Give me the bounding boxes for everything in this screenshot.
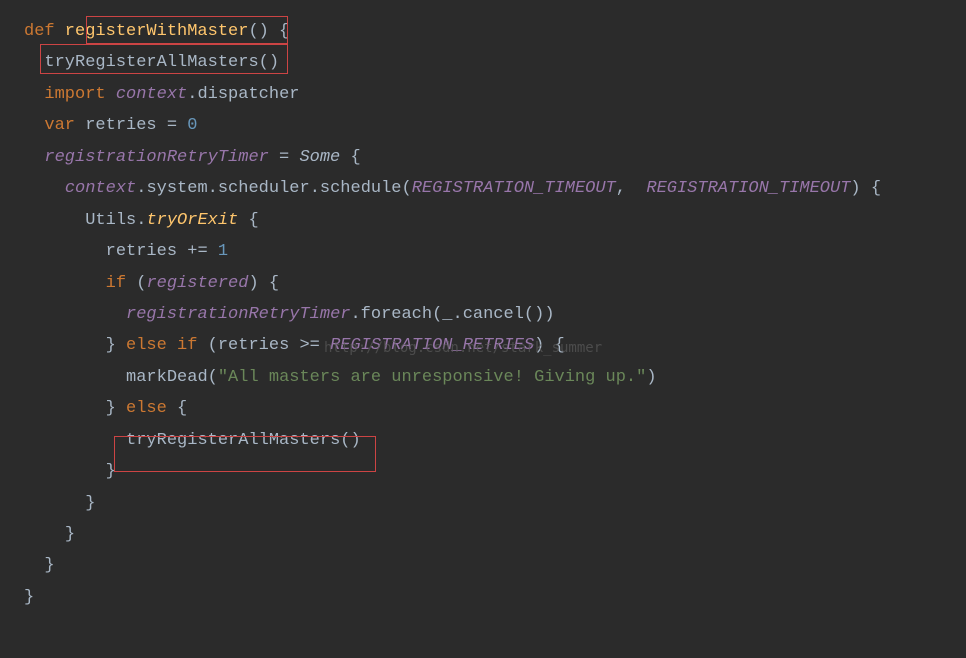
registered-var: registered bbox=[146, 274, 248, 293]
keyword-if: if bbox=[106, 274, 126, 293]
code-line: } else if (retries >= REGISTRATION_RETRI… bbox=[24, 330, 966, 361]
code-line: tryRegisterAllMasters() bbox=[24, 425, 966, 456]
markdead-call: markDead bbox=[126, 368, 208, 387]
code-line: import context.dispatcher bbox=[24, 79, 966, 110]
brace: { bbox=[340, 148, 360, 167]
tryorexit-call: tryOrExit bbox=[146, 211, 238, 230]
equals: = bbox=[167, 116, 177, 135]
schedule-call: schedule bbox=[320, 179, 402, 198]
code-line: tryRegisterAllMasters() bbox=[24, 47, 966, 78]
code-line: registrationRetryTimer = Some { bbox=[24, 142, 966, 173]
close-brace: } bbox=[44, 556, 54, 575]
code-line: if (registered) { bbox=[24, 268, 966, 299]
keyword-def: def bbox=[24, 22, 55, 41]
equals: = bbox=[269, 148, 300, 167]
string-literal: "All masters are unresponsive! Giving up… bbox=[218, 368, 646, 387]
retries-var: retries bbox=[218, 336, 300, 355]
code-line: var retries = 0 bbox=[24, 110, 966, 141]
code-line: Utils.tryOrExit { bbox=[24, 205, 966, 236]
dot: . bbox=[187, 85, 197, 104]
gte: >= bbox=[299, 336, 319, 355]
parentheses: () bbox=[259, 53, 279, 72]
code-line: } bbox=[24, 488, 966, 519]
code-line: } bbox=[24, 550, 966, 581]
function-call: tryRegisterAllMasters bbox=[126, 431, 340, 450]
code-line: context.system.scheduler.schedule(REGIST… bbox=[24, 173, 966, 204]
number-zero: 0 bbox=[177, 116, 197, 135]
function-name: registerWithMaster bbox=[55, 22, 249, 41]
context-ref: context bbox=[65, 179, 136, 198]
code-line: } bbox=[24, 456, 966, 487]
close-brace: } bbox=[24, 588, 34, 607]
keyword-var: var bbox=[44, 116, 75, 135]
foreach-call: foreach bbox=[361, 305, 432, 324]
const-timeout: REGISTRATION_TIMEOUT bbox=[646, 179, 850, 198]
parentheses: () bbox=[248, 22, 268, 41]
keyword-import: import bbox=[44, 85, 105, 104]
number-one: 1 bbox=[208, 242, 228, 261]
code-line: def registerWithMaster() { bbox=[24, 16, 966, 47]
context-ref: context bbox=[106, 85, 188, 104]
var-retries: retries bbox=[75, 116, 167, 135]
code-line: } else { bbox=[24, 393, 966, 424]
code-line: } bbox=[24, 519, 966, 550]
dispatcher-ref: dispatcher bbox=[197, 85, 299, 104]
scheduler-ref: scheduler bbox=[218, 179, 310, 198]
code-editor-view[interactable]: def registerWithMaster() { tryRegisterAl… bbox=[0, 16, 966, 613]
keyword-else-if: else if bbox=[116, 336, 198, 355]
utils-ref: Utils bbox=[85, 211, 136, 230]
some-constructor: Some bbox=[299, 148, 340, 167]
timer-var: registrationRetryTimer bbox=[44, 148, 268, 167]
system-ref: system bbox=[146, 179, 207, 198]
retries-var: retries bbox=[106, 242, 188, 261]
keyword-else: else bbox=[116, 399, 167, 418]
close-brace: } bbox=[65, 525, 75, 544]
cancel-call: cancel bbox=[463, 305, 524, 324]
code-line: registrationRetryTimer.foreach(_.cancel(… bbox=[24, 299, 966, 330]
close-brace: } bbox=[85, 494, 95, 513]
plus-equals: += bbox=[187, 242, 207, 261]
const-retries: REGISTRATION_RETRIES bbox=[320, 336, 534, 355]
code-line: } bbox=[24, 582, 966, 613]
code-line: markDead("All masters are unresponsive! … bbox=[24, 362, 966, 393]
timer-var: registrationRetryTimer bbox=[126, 305, 350, 324]
const-timeout: REGISTRATION_TIMEOUT bbox=[412, 179, 616, 198]
brace: { bbox=[269, 22, 289, 41]
code-line: retries += 1 bbox=[24, 236, 966, 267]
function-call: tryRegisterAllMasters bbox=[44, 53, 258, 72]
close-brace: } bbox=[106, 462, 116, 481]
